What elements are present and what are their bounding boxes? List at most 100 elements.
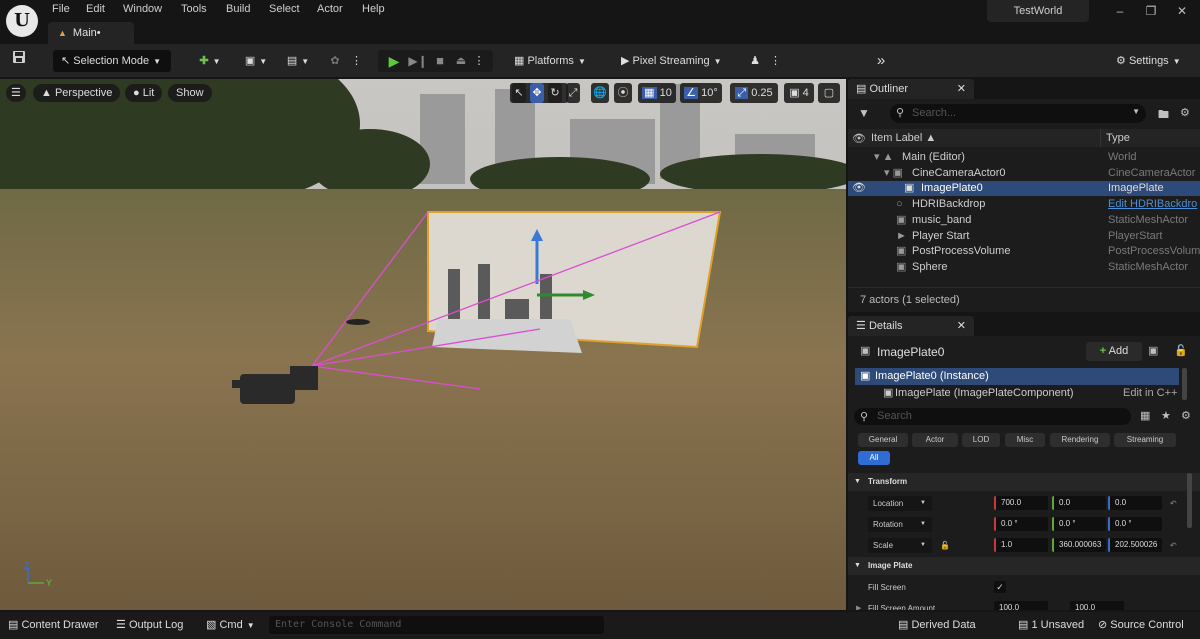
fill-amount-x-field[interactable]: 100.0 <box>994 601 1048 610</box>
component-row-imageplate[interactable]: ▣ ImagePlate (ImagePlateComponent) Edit in… <box>855 386 1179 400</box>
close-icon[interactable]: ✕ <box>1167 2 1197 20</box>
scale-y-field[interactable]: 360.000063 <box>1052 538 1106 552</box>
scale-mode-dropdown[interactable]: Scale ▼ <box>868 538 932 553</box>
location-z-field[interactable]: 0.0 <box>1108 496 1162 510</box>
rotation-y-field[interactable]: 0.0 ° <box>1052 517 1106 531</box>
scale-tool-icon[interactable]: ⤢ <box>566 83 580 103</box>
menu-select[interactable]: Select <box>269 3 300 15</box>
play-icon[interactable]: ▶ <box>384 50 404 72</box>
menu-window[interactable]: Window <box>123 3 162 15</box>
outliner-row-imageplate-selected[interactable]: 👁 ▣ ImagePlate0 ImagePlate <box>848 181 1200 196</box>
lit-dropdown[interactable]: ● Lit <box>125 84 163 102</box>
eject-icon[interactable]: ⏏ <box>451 50 471 72</box>
outliner-tab[interactable]: ▤ Outliner ✕ <box>848 79 974 99</box>
outliner-row-sphere[interactable]: ▣ Sphere StaticMeshActor <box>848 260 1200 275</box>
details-tab[interactable]: ☰ Details ✕ <box>848 316 974 336</box>
derived-data-button[interactable]: ▤ Derived Data <box>898 612 976 639</box>
more-options-icon[interactable]: ⋮ <box>351 50 362 72</box>
fill-amount-y-field[interactable]: 100.0 <box>1070 601 1124 610</box>
filter-chip-rendering[interactable]: Rendering <box>1050 433 1110 447</box>
outliner-row-music-band[interactable]: ▣ music_band StaticMeshActor <box>848 213 1200 228</box>
section-transform[interactable]: ▼ Transform <box>848 473 1200 491</box>
pixel-streaming-dropdown[interactable]: ▶ Pixel Streaming ▼ <box>617 50 729 72</box>
translate-tool-icon[interactable]: ✥ <box>530 83 544 103</box>
output-log-button[interactable]: ☰ Output Log <box>116 612 183 639</box>
filter-chip-misc[interactable]: Misc <box>1005 433 1045 447</box>
chevron-right-icon[interactable]: ▶ <box>856 598 861 610</box>
filter-chip-streaming[interactable]: Streaming <box>1114 433 1176 447</box>
blueprint-icon[interactable]: ▣ ▼ <box>240 50 272 72</box>
close-icon[interactable]: ✕ <box>957 82 966 95</box>
table-view-icon[interactable]: ▦ <box>1140 409 1150 422</box>
gear-icon[interactable]: ⚙ <box>1181 409 1191 422</box>
viewport-menu-icon[interactable]: ☰ <box>6 84 26 102</box>
surface-snap-icon[interactable]: ⦿ <box>614 83 632 103</box>
lock-icon[interactable]: 🔓 <box>1174 344 1188 357</box>
favorite-star-icon[interactable]: ★ <box>1161 409 1171 422</box>
menu-edit[interactable]: Edit <box>86 3 105 15</box>
location-mode-dropdown[interactable]: Location ▼ <box>868 496 932 511</box>
section-image-plate[interactable]: ▼ Image Plate <box>848 557 1200 575</box>
column-type[interactable]: Type <box>1106 132 1130 144</box>
maximize-viewport-icon[interactable]: ▢ <box>818 83 840 103</box>
component-instance-row[interactable]: ▣ ImagePlate0 (Instance) <box>855 368 1179 385</box>
menu-actor[interactable]: Actor <box>317 3 343 15</box>
outliner-row-main[interactable]: ▾ ▲ Main (Editor) World <box>848 150 1200 165</box>
filter-chip-general[interactable]: General <box>858 433 908 447</box>
menu-file[interactable]: File <box>52 3 70 15</box>
advance-frame-icon[interactable]: ▶❙ <box>408 50 428 72</box>
camera-speed-button[interactable]: ▣ 4 <box>784 83 814 103</box>
blueprint-add-icon[interactable]: ▣ <box>1148 344 1158 357</box>
selection-mode-dropdown[interactable]: ↖ Selection Mode ▼ <box>53 50 171 72</box>
outliner-row-postprocess[interactable]: ▣ PostProcessVolume PostProcessVolum <box>848 244 1200 259</box>
stop-icon[interactable]: ■ <box>430 50 450 72</box>
location-y-field[interactable]: 0.0 <box>1052 496 1106 510</box>
reset-icon[interactable]: ↶ <box>1170 535 1177 556</box>
play-options-icon[interactable]: ⋮ <box>473 50 485 72</box>
column-item-label[interactable]: Item Label ▲ <box>871 132 936 144</box>
content-drawer-button[interactable]: ▤ Content Drawer <box>8 612 99 639</box>
filter-chip-all[interactable]: All <box>858 451 890 465</box>
filter-chip-actor[interactable]: Actor <box>912 433 958 447</box>
cmd-dropdown[interactable]: ▧ Cmd ▼ <box>206 612 255 639</box>
fill-screen-checkbox[interactable]: ✓ <box>994 581 1006 593</box>
show-dropdown[interactable]: Show <box>168 84 212 102</box>
more-options-icon[interactable]: ⋮ <box>770 50 781 72</box>
outliner-row-hdribackdrop[interactable]: ○ HDRIBackdrop Edit HDRIBackdro <box>848 197 1200 212</box>
outliner-row-cinecamera[interactable]: ▾ ▣ CineCameraActor0 CineCameraActor <box>848 166 1200 181</box>
settings-dropdown[interactable]: ⚙ Settings ▼ <box>1112 50 1196 72</box>
unreal-logo-icon[interactable]: U <box>6 5 38 37</box>
outliner-settings-icon[interactable]: ⚙ <box>1180 106 1190 119</box>
filter-icon[interactable]: ▼ <box>858 106 870 120</box>
select-tool-icon[interactable]: ↖ <box>512 83 526 103</box>
console-command-input[interactable]: Enter Console Command <box>269 616 604 634</box>
rotation-z-field[interactable]: 0.0 ° <box>1108 517 1162 531</box>
restore-icon[interactable]: ❐ <box>1136 2 1166 20</box>
scale-z-field[interactable]: 202.500026 <box>1108 538 1162 552</box>
world-space-icon[interactable]: 🌐 <box>591 83 609 103</box>
cinematics-icon[interactable]: ▤ ▼ <box>283 50 313 72</box>
location-x-field[interactable]: 700.0 <box>994 496 1048 510</box>
menu-build[interactable]: Build <box>226 3 250 15</box>
level-viewport[interactable]: Z Y ☰ ▲ Perspective ● Lit Show ↖ ✥ ↻ ⤢ 🌐… <box>0 79 846 610</box>
outliner-search-input[interactable]: ⚲ Search... ▼ <box>890 104 1146 123</box>
build-icon[interactable]: ✿ <box>325 50 345 72</box>
outliner-row-player-start[interactable]: ► Player Start PlayerStart <box>848 229 1200 244</box>
lock-icon[interactable]: 🔓 <box>940 535 950 556</box>
rotation-x-field[interactable]: 0.0 ° <box>994 517 1048 531</box>
filter-chip-lod[interactable]: LOD <box>962 433 1000 447</box>
source-control-button[interactable]: ⊘ Source Control <box>1098 612 1184 639</box>
add-folder-icon[interactable]: 🖿 <box>1158 106 1169 125</box>
edit-in-cpp-link[interactable]: Edit in C++ <box>1123 386 1177 400</box>
details-scrollbar[interactable] <box>1187 473 1192 528</box>
expand-toolbar-icon[interactable]: » <box>871 50 891 72</box>
add-component-button[interactable]: + Add <box>1086 342 1142 361</box>
rotation-snap-toggle[interactable]: ∠ 10° <box>680 83 722 103</box>
scale-x-field[interactable]: 1.0 <box>994 538 1048 552</box>
minimize-icon[interactable]: – <box>1105 2 1135 20</box>
components-scrollbar[interactable] <box>1182 368 1187 400</box>
rotation-mode-dropdown[interactable]: Rotation ▼ <box>868 517 932 532</box>
scale-snap-toggle[interactable]: ⤢ 0.25 <box>730 83 778 103</box>
reset-icon[interactable]: ↶ <box>1170 493 1177 514</box>
multi-user-icon[interactable]: ♟ <box>745 50 765 72</box>
